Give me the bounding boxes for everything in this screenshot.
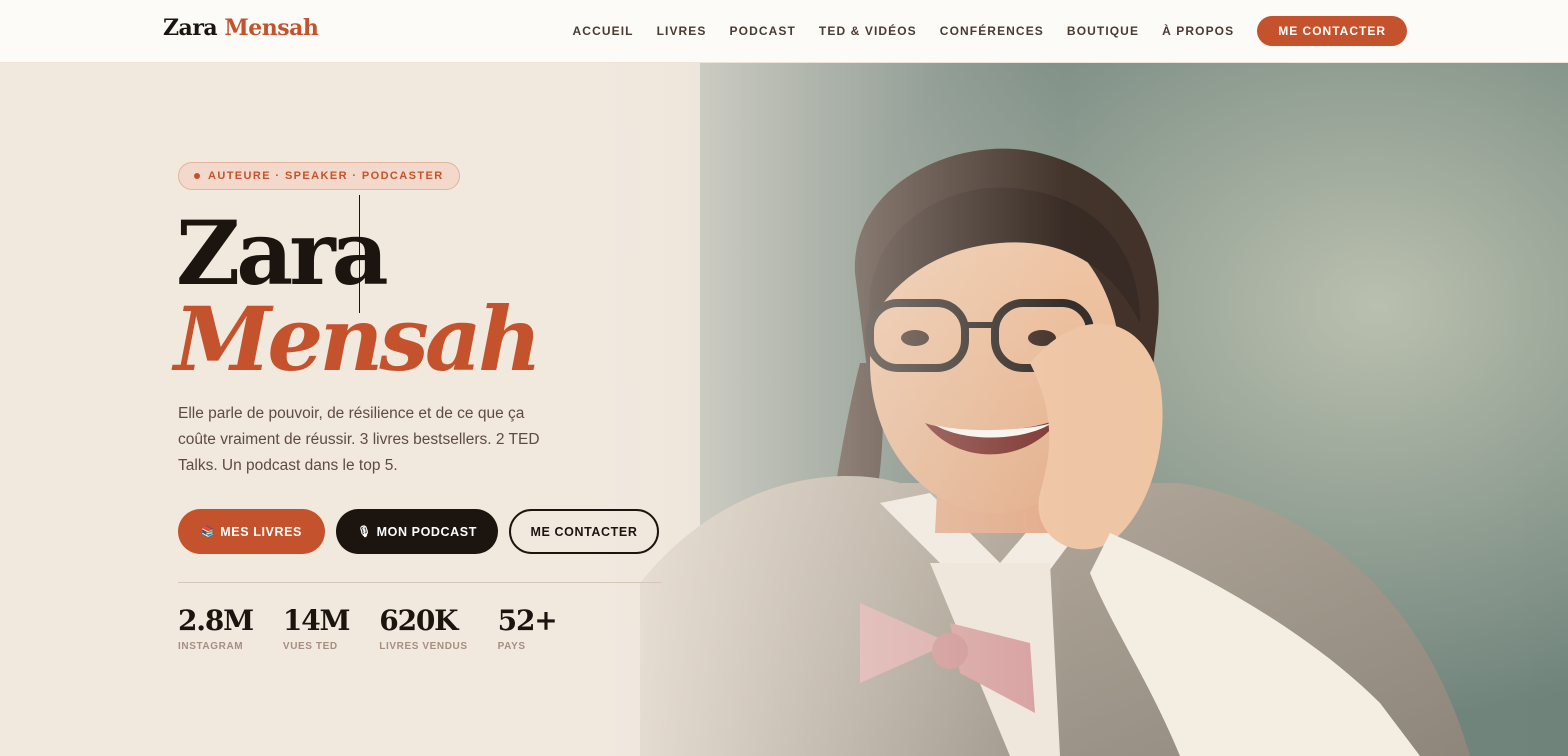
hero-name-last: Mensah: [174, 287, 542, 391]
podcast-button[interactable]: 🎙 MON PODCAST: [336, 509, 498, 554]
contact-button[interactable]: ME CONTACTER: [509, 509, 659, 554]
stat-books-sold: 620K LIVRES VENDUS: [379, 604, 468, 653]
stats-row: 2.8M INSTAGRAM 14M VUES TED 620K LIVRES …: [178, 604, 586, 653]
contact-button-label: ME CONTACTER: [530, 524, 638, 539]
site-header: Zara Mensah ACCUEIL LIVRES PODCAST TED &…: [0, 0, 1568, 63]
books-button[interactable]: 📚 MES LIVRES: [178, 509, 325, 554]
nav-link-conferences[interactable]: CONFÉRENCES: [940, 16, 1044, 46]
role-tagline: AUTEURE · SPEAKER · PODCASTER: [208, 170, 444, 182]
main-nav: ACCUEIL LIVRES PODCAST TED & VIDÉOS CONF…: [573, 16, 1407, 46]
stat-instagram: 2.8M INSTAGRAM: [178, 604, 254, 653]
nav-link-podcast[interactable]: PODCAST: [730, 16, 796, 46]
microphone-icon: 🎙: [357, 526, 372, 538]
brand-logo[interactable]: Zara Mensah: [163, 15, 319, 41]
nav-link-a-propos[interactable]: À PROPOS: [1162, 16, 1234, 46]
books-icon: 📚: [200, 526, 216, 538]
stat-value: 14M: [282, 604, 351, 637]
stat-value: 620K: [379, 604, 458, 637]
brand-first-name: Zara: [163, 15, 218, 41]
brand-last-name: Mensah: [224, 15, 319, 41]
stat-value: 2.8M: [178, 604, 254, 637]
stat-label: LIVRES VENDUS: [379, 641, 468, 652]
nav-link-accueil[interactable]: ACCUEIL: [573, 16, 634, 46]
hero-actions: 📚 MES LIVRES 🎙 MON PODCAST ME CONTACTER: [178, 509, 670, 554]
podcast-button-label: MON PODCAST: [376, 524, 477, 539]
hero-description: Elle parle de pouvoir, de résilience et …: [178, 405, 540, 474]
nav-link-livres[interactable]: LIVRES: [657, 16, 707, 46]
stat-label: PAYS: [497, 641, 526, 652]
role-tagline-badge: AUTEURE · SPEAKER · PODCASTER: [178, 162, 460, 190]
nav-link-boutique[interactable]: BOUTIQUE: [1067, 16, 1139, 46]
books-button-label: MES LIVRES: [220, 524, 302, 539]
hero-section: AUTEURE · SPEAKER · PODCASTER Zara Mensa…: [0, 63, 1568, 756]
hero-content: AUTEURE · SPEAKER · PODCASTER Zara Mensa…: [174, 63, 678, 756]
stat-label: INSTAGRAM: [178, 641, 244, 652]
nav-contact-button[interactable]: ME CONTACTER: [1257, 16, 1407, 46]
nav-link-ted-videos[interactable]: TED & VIDÉOS: [819, 16, 917, 46]
stats-divider: [178, 582, 662, 583]
dot-icon: [194, 173, 200, 179]
hero-name-first: Zara: [176, 201, 389, 305]
stat-label: VUES TED: [282, 641, 338, 652]
stat-value: 52+: [497, 604, 558, 637]
stat-countries: 52+ PAYS: [497, 604, 558, 653]
stat-ted-views: 14M VUES TED: [282, 604, 351, 653]
